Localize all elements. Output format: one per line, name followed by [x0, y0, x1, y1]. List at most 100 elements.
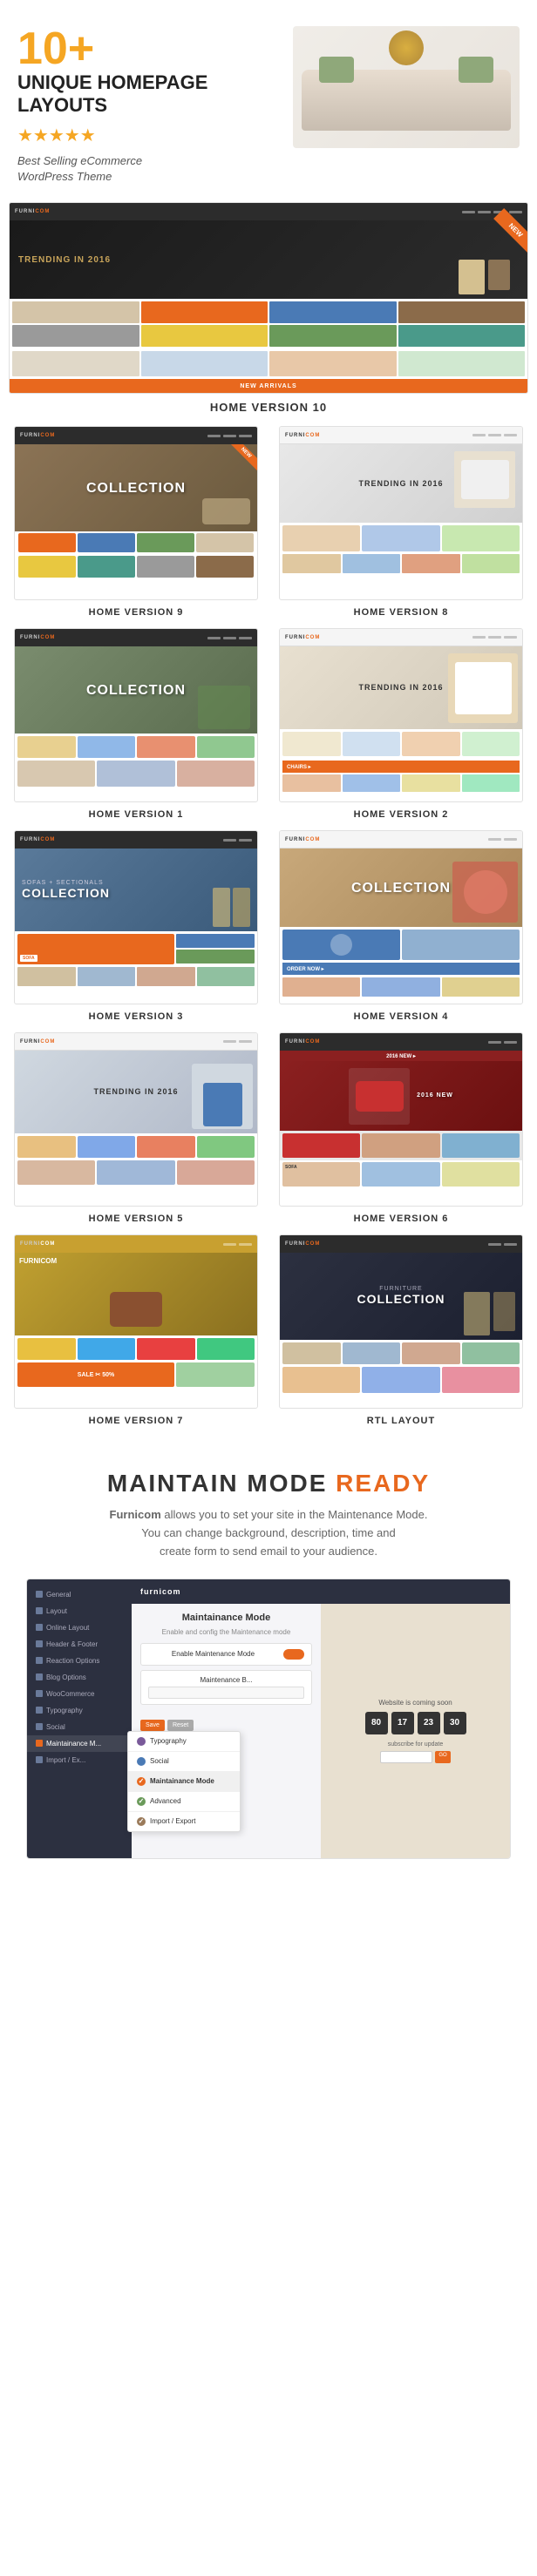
v10-product — [269, 325, 397, 347]
rtl-bottom-item — [362, 1367, 439, 1393]
v6-header: FURNICOM — [280, 1033, 522, 1051]
version-8-thumb[interactable]: FURNICOM TRENDING IN 2016 — [279, 426, 523, 600]
popup-item-social[interactable]: Social — [128, 1752, 240, 1772]
v6-bottom-item — [362, 1162, 439, 1187]
version-10-thumb[interactable]: FURNICOM NEW TRENDING IN 2016 — [9, 202, 528, 394]
v9-product — [137, 533, 194, 552]
v4-bottom — [280, 977, 522, 999]
v9-collection: COLLECTION — [86, 480, 186, 497]
v6-item-label: SOFA — [285, 1165, 297, 1170]
rtl-thumb[interactable]: FURNICOM FURNITURE COLLECTION — [279, 1234, 523, 1409]
ms-toggle-switch[interactable] — [283, 1649, 304, 1660]
v2-product-row — [280, 729, 522, 759]
popup-item-typography[interactable]: Typography — [128, 1732, 240, 1752]
popup-item-label: Social — [150, 1757, 169, 1765]
version-2-thumb[interactable]: FURNICOM TRENDING IN 2016 — [279, 628, 523, 802]
v5-label: HOME VERSION 5 — [89, 1214, 184, 1224]
ms-popup-menu: Typography Social ✓ Maintainance Mode ✓ — [127, 1731, 241, 1832]
v3-product-sm — [137, 967, 195, 986]
ms-reset-button[interactable]: Reset — [167, 1720, 194, 1731]
popup-import-check: ✓ — [137, 1817, 146, 1826]
maintenance-icon — [36, 1740, 43, 1747]
v2-main-product — [448, 653, 518, 723]
v1-product — [78, 736, 136, 758]
v10-footer-bar: NEW ARRIVALS — [10, 379, 527, 393]
rtl-product — [462, 1342, 520, 1364]
sidebar-item-label: General — [46, 1591, 71, 1599]
version-4-thumb[interactable]: FURNICOM COLLECTION — [279, 830, 523, 1004]
sidebar-item-woo[interactable]: WooCommerce — [27, 1686, 132, 1702]
sidebar-item-typography[interactable]: Typography — [27, 1702, 132, 1719]
v5-nav — [223, 1040, 252, 1043]
v4-hero: COLLECTION — [280, 849, 522, 927]
version-2-item: FURNICOM TRENDING IN 2016 — [274, 628, 528, 820]
blog-icon — [36, 1673, 43, 1680]
v3-product — [176, 950, 255, 963]
ms-input-label: Maintenance B... — [148, 1676, 304, 1684]
sidebar-item-online-layout[interactable]: Online Layout — [27, 1619, 132, 1636]
v10-trending: TRENDING IN 2016 — [18, 255, 111, 265]
v4-chair — [452, 862, 518, 923]
version-1-thumb[interactable]: FURNICOM COLLECTION — [14, 628, 258, 802]
nav-item — [488, 1243, 501, 1246]
v2-more-products — [280, 774, 522, 794]
v5-logo: FURNICOM — [20, 1039, 55, 1045]
v2-product — [402, 732, 460, 756]
nav-item — [223, 1040, 236, 1043]
popup-item-maintenance[interactable]: ✓ Maintainance Mode — [128, 1772, 240, 1792]
v10-product — [269, 301, 397, 323]
ms-countdown-days: 80 — [365, 1712, 388, 1734]
v6-promo-bar: 2016 NEW ▸ — [280, 1051, 522, 1061]
v9-hero: NEW COLLECTION — [15, 444, 257, 531]
sidebar-item-social[interactable]: Social — [27, 1719, 132, 1735]
nav-item — [504, 636, 517, 639]
v10-item1 — [459, 260, 485, 294]
rtl-nav — [488, 1243, 517, 1246]
version-6-thumb[interactable]: FURNICOM 2016 NEW ▸ 2016 NEW — [279, 1032, 523, 1207]
popup-item-advanced[interactable]: ✓ Advanced — [128, 1792, 240, 1812]
ms-top-logo: furnicom — [140, 1587, 181, 1596]
rtl-logo: FURNICOM — [285, 1241, 320, 1247]
hero-number: 10+ — [17, 26, 284, 71]
v7-nav — [223, 1243, 252, 1246]
ms-sidebar: General Layout Online Layout Header & Fo… — [27, 1579, 132, 1858]
version-9-thumb[interactable]: FURNICOM NEW COLLECTION — [14, 426, 258, 600]
typography-icon — [36, 1707, 43, 1714]
sidebar-item-general[interactable]: General — [27, 1586, 132, 1603]
ms-input-field[interactable] — [148, 1687, 304, 1699]
sidebar-item-maintenance[interactable]: Maintainance M... — [27, 1735, 132, 1752]
v10-product — [12, 325, 139, 347]
ms-save-button[interactable]: Save — [140, 1720, 165, 1731]
nav-item — [239, 839, 252, 842]
popup-social-icon — [137, 1757, 146, 1766]
v4-product-sm — [282, 977, 360, 997]
ms-email-input[interactable] — [380, 1751, 432, 1763]
ms-subscribe-button[interactable]: GO — [435, 1751, 450, 1763]
v8-product-sm — [282, 554, 341, 573]
version-3-thumb[interactable]: FURNICOM SOFAS + SECTIONALS COLLECTION S… — [14, 830, 258, 1004]
v8-product — [442, 525, 520, 551]
v7-products — [15, 1335, 257, 1362]
popup-item-import[interactable]: ✓ Import / Export — [128, 1812, 240, 1831]
sidebar-item-blog[interactable]: Blog Options — [27, 1669, 132, 1686]
sidebar-item-layout[interactable]: Layout — [27, 1603, 132, 1619]
version-7-thumb[interactable]: FURNICOM FURNICOM — [14, 1234, 258, 1409]
version-5-thumb[interactable]: FURNICOM TRENDING IN 2016 — [14, 1032, 258, 1207]
ms-countdown-minutes: 23 — [418, 1712, 440, 1734]
ms-main-title: Maintainance Mode — [140, 1613, 312, 1623]
maintain-section: MAINTAIN MODE READY Furnicom allows you … — [0, 1435, 537, 1876]
v10-footer-text: NEW ARRIVALS — [240, 383, 296, 389]
nav-item — [239, 637, 252, 639]
sidebar-item-reaction[interactable]: Reaction Options — [27, 1653, 132, 1669]
ms-countdown-hours: 17 — [391, 1712, 414, 1734]
nav-item — [478, 211, 491, 213]
v7-product — [17, 1338, 76, 1360]
nav-item — [462, 211, 475, 213]
v3-hero: SOFAS + SECTIONALS COLLECTION — [15, 849, 257, 931]
v3-sub-text: SOFAS + SECTIONALS — [22, 880, 104, 886]
v10-product — [141, 301, 268, 323]
sidebar-item-header-footer[interactable]: Header & Footer — [27, 1636, 132, 1653]
sidebar-item-import[interactable]: Import / Ex... — [27, 1752, 132, 1768]
nav-item — [239, 1243, 252, 1246]
v10-hero-area: NEW TRENDING IN 2016 — [10, 220, 527, 299]
